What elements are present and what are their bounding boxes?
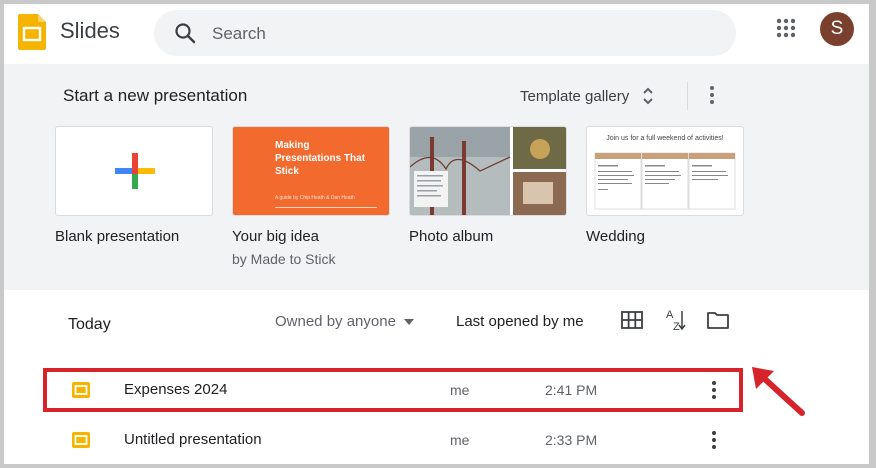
google-apps-icon[interactable]: [776, 18, 796, 38]
slides-file-icon: [72, 382, 90, 398]
file-owner: me: [450, 382, 470, 398]
slides-logo-icon[interactable]: [18, 14, 46, 50]
svg-text:Z: Z: [673, 321, 680, 332]
last-opened-time: 2:33 PM: [545, 432, 598, 448]
sort-az-icon[interactable]: A Z: [664, 308, 686, 332]
more-vert-icon[interactable]: [706, 379, 722, 401]
thumbnail-title: Making Presentations That Stick: [275, 140, 366, 177]
app-name[interactable]: Slides: [60, 18, 120, 44]
owner-filter-dropdown[interactable]: Owned by anyone: [275, 313, 414, 330]
svg-text:A: A: [666, 309, 674, 321]
template-photo-album[interactable]: Photo album: [409, 126, 567, 245]
template-label: Your big idea: [232, 228, 320, 245]
last-opened-time: 2:41 PM: [545, 382, 598, 398]
plus-icon: [115, 153, 155, 189]
sort-by-button[interactable]: Last opened by me: [456, 313, 584, 330]
grid-view-icon[interactable]: [621, 311, 643, 329]
search-input[interactable]: Search: [212, 24, 266, 44]
search-icon[interactable]: [174, 22, 196, 44]
folder-icon[interactable]: [707, 311, 729, 329]
template-big-idea[interactable]: Making Presentations That Stick A guide …: [232, 126, 390, 267]
recent-files-section: Today Owned by anyone Last opened by me …: [4, 290, 869, 464]
template-thumbnail[interactable]: Join us for a full weekend of activities…: [586, 126, 744, 216]
file-name[interactable]: Untitled presentation: [124, 431, 262, 448]
schedule-cards-image: [594, 152, 736, 210]
template-blank[interactable]: Blank presentation: [55, 126, 213, 245]
template-author: by Made to Stick: [232, 251, 336, 267]
thumbnail-rule: [275, 207, 377, 208]
file-row[interactable]: Expenses 2024 me 2:41 PM: [4, 368, 869, 412]
account-avatar[interactable]: S: [820, 12, 854, 46]
template-thumbnail[interactable]: [55, 126, 213, 216]
template-label: Wedding: [586, 228, 645, 245]
template-wedding[interactable]: Join us for a full weekend of activities…: [586, 126, 744, 245]
more-vert-icon[interactable]: [704, 84, 720, 106]
file-owner: me: [450, 432, 470, 448]
file-name[interactable]: Expenses 2024: [124, 381, 227, 398]
unfold-icon: [643, 87, 653, 105]
photo-collage-image: [410, 127, 566, 215]
more-vert-icon[interactable]: [706, 429, 722, 451]
section-title: Start a new presentation: [63, 86, 248, 105]
template-label: Blank presentation: [55, 228, 180, 245]
group-heading: Today: [68, 316, 111, 333]
search-bar[interactable]: Search: [154, 10, 736, 56]
slides-file-icon: [72, 432, 90, 448]
file-row[interactable]: Untitled presentation me 2:33 PM: [4, 418, 869, 462]
pointer-arrow-icon: [752, 367, 805, 416]
template-gallery-button[interactable]: Template gallery: [520, 84, 655, 108]
thumbnail-subtitle: A guide by Chip Heath & Dan Heath: [275, 195, 355, 201]
template-thumbnail[interactable]: Making Presentations That Stick A guide …: [232, 126, 390, 216]
owner-filter-label: Owned by anyone: [275, 313, 396, 330]
dropdown-arrow-icon: [403, 318, 414, 325]
top-bar: Slides Search S: [4, 4, 869, 64]
template-label: Photo album: [409, 228, 494, 245]
divider: [687, 82, 688, 110]
template-section: Start a new presentation Template galler…: [4, 64, 869, 290]
template-gallery-label: Template gallery: [520, 87, 630, 105]
template-thumbnail[interactable]: [409, 126, 567, 216]
slides-home: Slides Search S Start a new presentation…: [4, 4, 869, 464]
